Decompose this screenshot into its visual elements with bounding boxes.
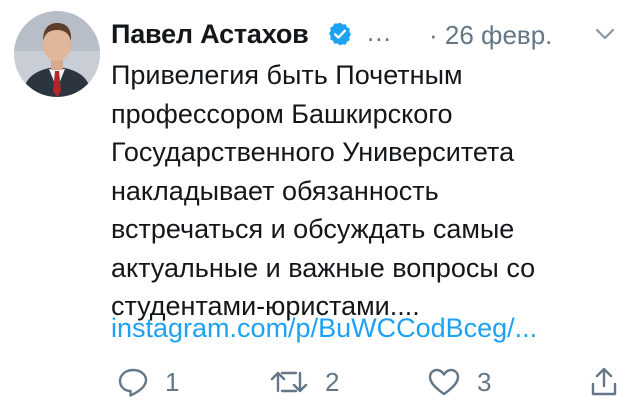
tweet-header: Павел Астахов ... · 26 февр. [111, 14, 617, 54]
avatar[interactable] [14, 11, 100, 97]
avatar-image [14, 11, 100, 97]
heart-icon [428, 368, 460, 396]
author-handle[interactable]: ... [367, 16, 392, 48]
chevron-down-icon[interactable] [595, 27, 615, 41]
retweet-count: 2 [325, 366, 340, 397]
like-count: 3 [477, 366, 492, 397]
author-name[interactable]: Павел Астахов [111, 18, 309, 50]
share-icon [591, 367, 617, 396]
retweet-icon [270, 371, 308, 393]
verified-badge-icon [329, 22, 351, 46]
tweet-link[interactable]: instagram.com/p/BuWCCodBceg/... [111, 309, 537, 347]
like-button[interactable]: 3 [427, 360, 491, 404]
reply-count: 1 [165, 366, 180, 397]
date-text: 26 февр. [444, 20, 553, 50]
retweet-button[interactable]: 2 [269, 360, 339, 404]
date-separator: · [429, 20, 438, 50]
reply-button[interactable]: 1 [117, 360, 179, 404]
reply-icon [118, 368, 148, 397]
tweet-actions: 1 2 3 [111, 360, 621, 404]
tweet-text: Привелегия быть Почетным профессором Баш… [111, 60, 536, 321]
tweet-date[interactable]: · 26 февр. [429, 19, 552, 51]
share-button[interactable] [589, 360, 619, 404]
